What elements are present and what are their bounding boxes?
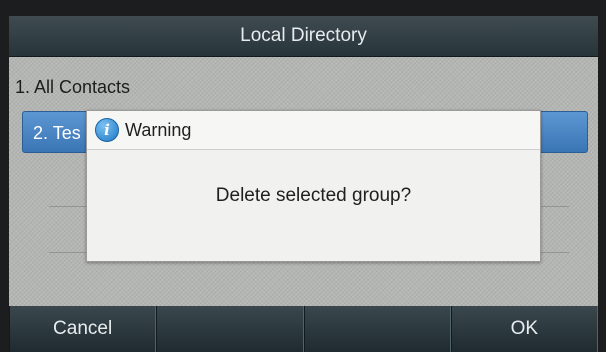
dialog-message: Delete selected group?	[215, 185, 412, 206]
phone-screen: Local Directory 1. All Contacts 2. Tes i…	[9, 16, 598, 352]
title-bar: Local Directory	[9, 16, 598, 57]
softkey-label: OK	[510, 318, 539, 339]
list-item-label: 2. Tes	[33, 123, 81, 143]
phone-device: Local Directory 1. All Contacts 2. Tes i…	[0, 0, 606, 352]
cancel-softkey[interactable]: Cancel	[9, 306, 157, 352]
softkey-label: Cancel	[53, 318, 113, 339]
dialog-title: Warning	[125, 119, 192, 140]
softkey-bar: Cancel OK	[9, 306, 598, 352]
ok-softkey[interactable]: OK	[450, 306, 598, 352]
list-item-all-contacts[interactable]: 1. All Contacts	[9, 72, 598, 102]
info-icon: i	[95, 118, 119, 142]
softkey-2[interactable]	[156, 306, 304, 352]
page-title: Local Directory	[240, 25, 367, 46]
warning-dialog: i Warning Delete selected group?	[86, 110, 541, 262]
list-item-label: 1. All Contacts	[15, 77, 131, 97]
softkey-3[interactable]	[303, 306, 451, 352]
dialog-header: i Warning	[87, 111, 540, 150]
